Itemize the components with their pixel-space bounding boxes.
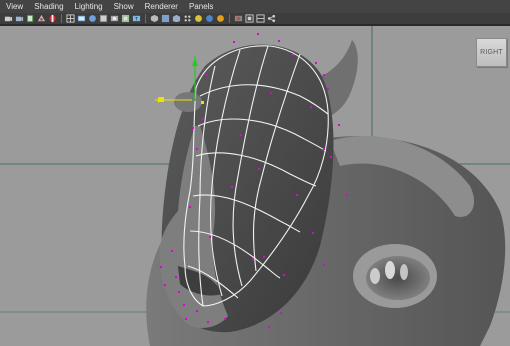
bookmark-icon[interactable] [26, 14, 35, 23]
layout-icon[interactable] [256, 14, 265, 23]
smooth-shade-icon[interactable] [88, 14, 97, 23]
panel-menu-bar: View Shading Lighting Show Renderer Pane… [0, 0, 510, 13]
isolate-select-icon[interactable] [150, 14, 159, 23]
sphere-yellow-icon[interactable] [194, 14, 203, 23]
particle-icon[interactable] [183, 14, 192, 23]
sphere-gold-icon[interactable] [216, 14, 225, 23]
menu-view[interactable]: View [0, 0, 28, 13]
xray-icon[interactable]: T [132, 14, 141, 23]
3d-viewport[interactable]: RIGHT [0, 26, 510, 346]
ear-shape [353, 244, 437, 308]
cube-display-icon[interactable] [172, 14, 181, 23]
share-icon[interactable] [267, 14, 276, 23]
shadows-icon[interactable] [121, 14, 130, 23]
toolbar-separator [61, 14, 62, 23]
menu-renderer[interactable]: Renderer [139, 0, 183, 13]
camera-select-icon[interactable] [4, 14, 13, 23]
textured-icon[interactable] [99, 14, 108, 23]
snapshot-icon[interactable] [234, 14, 243, 23]
toolbar-separator [145, 14, 146, 23]
viewport-scene [0, 26, 510, 346]
render-view-icon[interactable] [161, 14, 170, 23]
maya-viewport-panel: View Shading Lighting Show Renderer Pane… [0, 0, 510, 346]
menu-lighting[interactable]: Lighting [69, 0, 108, 13]
resolution-gate-icon[interactable] [48, 14, 57, 23]
svg-text:T: T [134, 17, 138, 23]
image-plane-icon[interactable] [37, 14, 46, 23]
menu-panels[interactable]: Panels [183, 0, 218, 13]
wireframe-icon[interactable] [77, 14, 86, 23]
menu-show[interactable]: Show [108, 0, 139, 13]
toolbar-separator [229, 14, 230, 23]
hud-icon[interactable] [245, 14, 254, 23]
grid-icon[interactable] [66, 14, 75, 23]
lights-icon[interactable] [110, 14, 119, 23]
brow-knob-shape [174, 92, 202, 112]
panel-toolbar: T [0, 13, 510, 25]
sphere-blue-icon[interactable] [205, 14, 214, 23]
camera-attributes-icon[interactable] [15, 14, 24, 23]
menu-shading[interactable]: Shading [28, 0, 68, 13]
view-cube-label: RIGHT [480, 49, 503, 56]
view-cube-right[interactable]: RIGHT [476, 38, 507, 67]
